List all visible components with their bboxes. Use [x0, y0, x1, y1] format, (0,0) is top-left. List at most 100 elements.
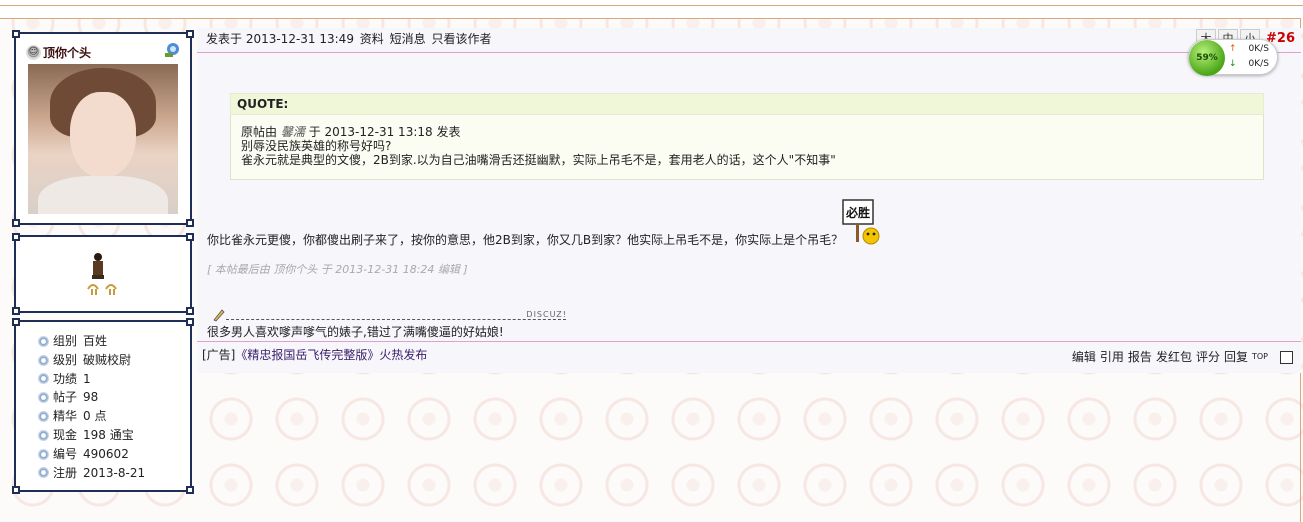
- bullet-icon: [38, 335, 49, 347]
- corner-deco: [12, 486, 20, 494]
- info-value: 198 通宝: [83, 427, 134, 442]
- info-item: 编号 490602: [38, 445, 145, 464]
- ad-prefix: [广告]: [202, 348, 236, 362]
- info-label: 现金: [53, 427, 78, 442]
- ad: [广告]《精忠报国岳飞传完整版》火热发布: [202, 342, 427, 368]
- info-value: 490602: [83, 446, 129, 461]
- info-value: 0 点: [83, 409, 107, 424]
- upload-arrow-icon: ↑: [1229, 44, 1237, 54]
- network-speed-widget[interactable]: 59% ↑ 0K/S ↓ 0K/S: [1188, 39, 1278, 76]
- signature: 很多男人喜欢嗲声嗲气的婊子,错过了满嘴傻逼的好姑娘!: [207, 325, 504, 339]
- info-item: 组别 百姓: [38, 332, 145, 351]
- only-author-link[interactable]: 只看该作者: [431, 32, 491, 46]
- corner-deco: [186, 30, 194, 38]
- corner-deco: [186, 318, 194, 326]
- avatar-shirt: [38, 176, 168, 214]
- discuz-tag: DISCUZ!: [526, 310, 567, 319]
- quote-button[interactable]: 引用: [1100, 344, 1124, 370]
- info-value: 破贼校尉: [83, 352, 132, 367]
- upload-speed: ↑ 0K/S: [1229, 44, 1269, 54]
- bullet-icon: [38, 448, 49, 460]
- info-value: 98: [83, 390, 99, 405]
- info-label: 组别: [53, 334, 78, 348]
- corner-deco: [186, 233, 194, 241]
- info-label: 编号: [53, 446, 78, 461]
- message-link[interactable]: 短消息: [390, 32, 426, 46]
- corner-deco: [12, 233, 20, 241]
- corner-deco: [186, 307, 194, 315]
- quote-meta: 原帖由 馨濡 于 2013-12-31 13:18 发表: [241, 125, 1263, 139]
- download-value: 0K/S: [1248, 59, 1269, 69]
- speed-percent: 59%: [1189, 40, 1225, 76]
- user-info-card: 组别 百姓 级别 破贼校尉 功绩 1 帖子 98 精华 0 点 现金 198 通宝 编号 49…: [12, 318, 194, 494]
- corner-deco: [12, 219, 20, 227]
- bullet-icon: [38, 354, 49, 366]
- quote-title: QUOTE:: [230, 93, 1264, 115]
- info-label: 精华: [53, 409, 78, 424]
- quote-block: QUOTE: 原帖由 馨濡 于 2013-12-31 13:18 发表 别辱没民…: [230, 93, 1264, 181]
- post-body: 你比雀永元更傻，你都傻出刷子来了，按你的意思，他2B到家，你又几B到家？他实际上…: [207, 233, 844, 247]
- post-actions: 编辑 引用 报告 发红包 评分 回复 TOP: [1072, 344, 1293, 370]
- info-item: 精华 0 点: [38, 407, 145, 426]
- info-item: 现金 198 通宝: [38, 426, 145, 445]
- red-envelope-button[interactable]: 发红包: [1156, 344, 1192, 370]
- bullet-icon: [38, 429, 49, 441]
- quote-body: 原帖由 馨濡 于 2013-12-31 13:18 发表 别辱没民族英雄的称号好…: [230, 115, 1264, 180]
- bullet-icon: [38, 467, 49, 479]
- quote-author[interactable]: 馨濡: [281, 125, 305, 139]
- quote-line: 别辱没民族英雄的称号好吗?: [241, 139, 392, 153]
- profile-link[interactable]: 资料: [360, 32, 384, 46]
- corner-deco: [186, 486, 194, 494]
- quote-prefix: 原帖由: [241, 125, 278, 139]
- corner-deco: [12, 318, 20, 326]
- username-text[interactable]: 顶你个头: [43, 44, 91, 61]
- edit-note: [ 本帖最后由 顶你个头 于 2013-12-31 18:24 编辑 ]: [207, 263, 468, 276]
- download-speed: ↓ 0K/S: [1229, 59, 1269, 69]
- upload-value: 0K/S: [1248, 44, 1269, 54]
- rate-button[interactable]: 评分: [1196, 344, 1220, 370]
- quote-time: 于 2013-12-31 13:18 发表: [308, 125, 461, 139]
- info-label: 级别: [53, 352, 78, 367]
- bullet-icon: [38, 392, 49, 404]
- info-value: 1: [83, 371, 91, 386]
- post-footer: [广告]《精忠报国岳飞传完整版》火热发布 编辑 引用 报告 发红包 评分 回复 …: [197, 341, 1301, 373]
- download-arrow-icon: ↓: [1229, 59, 1237, 69]
- post: 发表于 2013-12-31 13:49 资料 短消息 只看该作者 大 中 小 …: [197, 28, 1301, 373]
- post-header: 发表于 2013-12-31 13:49 资料 短消息 只看该作者 大 中 小 …: [197, 28, 1301, 53]
- top-icon[interactable]: TOP: [1252, 344, 1268, 370]
- info-item: 级别 破贼校尉: [38, 351, 145, 370]
- corner-deco: [12, 30, 20, 38]
- victory-sign-emoticon-icon: 必胜: [842, 199, 880, 245]
- dash-line: [226, 319, 566, 320]
- info-label: 帖子: [53, 390, 78, 405]
- user-info-list: 组别 百姓 级别 破贼校尉 功绩 1 帖子 98 精华 0 点 现金 198 通宝 编号 49…: [38, 332, 145, 482]
- bullet-icon: [38, 373, 49, 385]
- quote-line: 雀永元就是典型的文傻，2B到家.以为自己油嘴滑舌还挺幽默，实际上吊毛不是，套用老…: [241, 153, 836, 167]
- corner-deco: [12, 307, 20, 315]
- bullet-icon: [38, 411, 49, 423]
- info-item: 功绩 1: [38, 370, 145, 389]
- username[interactable]: ☺ 顶你个头: [26, 44, 91, 61]
- reply-button[interactable]: 回复: [1224, 344, 1248, 370]
- info-item: 帖子 98: [38, 388, 145, 407]
- user-card: ☺ 顶你个头: [12, 30, 194, 227]
- gender-icon: ☺: [26, 45, 41, 60]
- corner-deco: [186, 219, 194, 227]
- top-strip-fill: [0, 6, 1303, 18]
- ad-link[interactable]: 《精忠报国岳飞传完整版》火热发布: [235, 348, 427, 362]
- rank-figure-icon: [87, 253, 117, 295]
- avatar-face: [70, 92, 136, 178]
- signature-divider: DISCUZ!: [212, 309, 567, 322]
- info-label: 注册: [53, 465, 78, 480]
- avatar[interactable]: [28, 64, 178, 214]
- info-value: 百姓: [83, 334, 108, 348]
- online-status-icon: [165, 43, 179, 57]
- sign-text: 必胜: [845, 205, 870, 220]
- edit-button[interactable]: 编辑: [1072, 344, 1096, 370]
- rank-card: [12, 233, 194, 315]
- report-button[interactable]: 报告: [1128, 344, 1152, 370]
- info-item: 注册 2013-8-21: [38, 464, 145, 483]
- post-time: 发表于 2013-12-31 13:49: [206, 32, 354, 46]
- info-value: 2013-8-21: [83, 465, 146, 480]
- select-checkbox[interactable]: [1280, 350, 1293, 364]
